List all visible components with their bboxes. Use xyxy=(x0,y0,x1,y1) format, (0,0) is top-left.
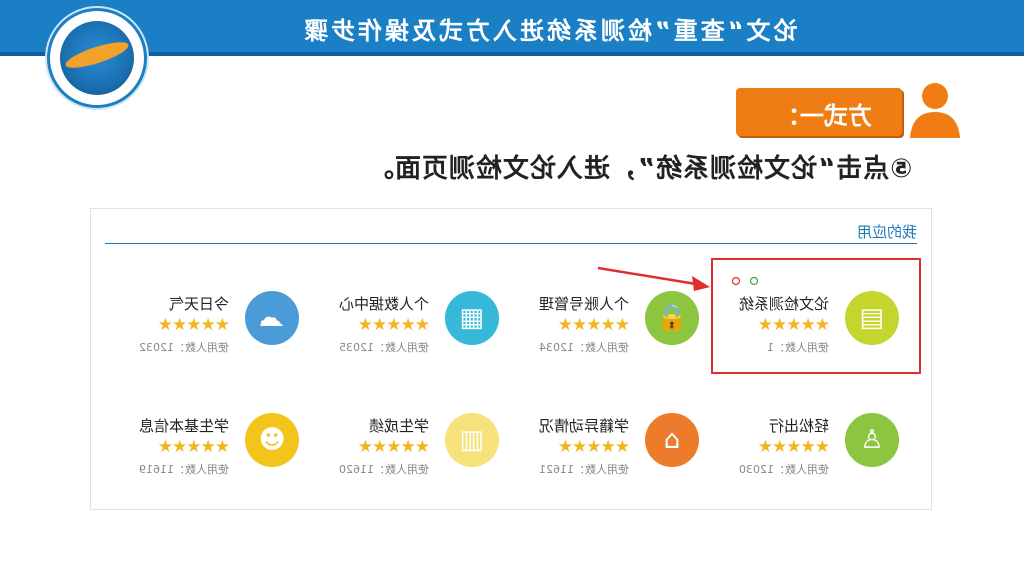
app-name: 学生基本信息 xyxy=(138,417,229,435)
app-name: 轻松出行 xyxy=(768,417,829,435)
app-users: 使用人数：11621 xyxy=(539,463,629,476)
data-icon: ▦ xyxy=(445,291,499,345)
app-name: 学生成绩 xyxy=(368,417,429,435)
person-icon xyxy=(910,83,960,138)
weather-icon: ☁ xyxy=(245,291,299,345)
instruction-text: ⑤点击“论文检测系统”，进入论文检测页面。 xyxy=(366,154,912,184)
rating-stars: ★★★★★ xyxy=(557,437,630,457)
app-tile-travel[interactable]: ♙ 轻松出行 ★★★★★ 使用人数：12030 xyxy=(699,413,899,493)
header-bar: 论文“查重”检测系统进入方式及操作步骤 xyxy=(0,0,1024,56)
app-tile-grades[interactable]: ▥ 学生成绩 ★★★★★ 使用人数：11620 xyxy=(299,413,499,493)
pointer-arrow-icon xyxy=(597,266,710,291)
walker-icon: ♙ xyxy=(845,413,899,467)
inbox-icon: ⌂ xyxy=(645,413,699,467)
university-logo xyxy=(47,8,147,108)
status-dots-icon xyxy=(732,276,759,286)
app-users: 使用人数：12032 xyxy=(139,341,229,354)
app-users: 使用人数：12030 xyxy=(739,463,829,476)
app-tile-data-center[interactable]: ▦ 个人数据中心 ★★★★★ 使用人数：12035 xyxy=(299,291,499,371)
app-name: 个人账号管理 xyxy=(538,295,629,313)
rating-stars: ★★★★★ xyxy=(557,315,630,335)
method-badge-label: 方式一： xyxy=(776,102,872,130)
person-icon: ☻ xyxy=(245,413,299,467)
app-tile-account[interactable]: 🔒 个人账号管理 ★★★★★ 使用人数：12034 xyxy=(499,291,699,371)
rating-stars: ★★★★★ xyxy=(357,437,430,457)
app-tile-enrollment-changes[interactable]: ⌂ 学籍异动情况 ★★★★★ 使用人数：11621 xyxy=(499,413,699,493)
grades-icon: ▥ xyxy=(445,413,499,467)
section-title: 我的应用 xyxy=(856,223,917,241)
app-tile-student-info[interactable]: ☻ 学生基本信息 ★★★★★ 使用人数：11619 xyxy=(99,413,299,493)
page-title: 论文“查重”检测系统进入方式及操作步骤 xyxy=(301,17,798,45)
method-badge: 方式一： xyxy=(736,88,902,136)
app-tile-weather[interactable]: ☁ 今日天气 ★★★★★ 使用人数：12032 xyxy=(99,291,299,371)
section-divider xyxy=(105,243,917,244)
app-users: 使用人数：12035 xyxy=(339,341,429,354)
app-name: 学籍异动情况 xyxy=(538,417,629,435)
rating-stars: ★★★★★ xyxy=(157,315,230,335)
rating-stars: ★★★★★ xyxy=(157,437,230,457)
lock-icon: 🔒 xyxy=(645,291,699,345)
rating-stars: ★★★★★ xyxy=(357,315,430,335)
rating-stars: ★★★★★ xyxy=(757,437,830,457)
app-name: 个人数据中心 xyxy=(338,295,429,313)
app-users: 使用人数：12034 xyxy=(539,341,629,354)
app-users: 使用人数：11619 xyxy=(139,463,229,476)
app-name: 今日天气 xyxy=(168,295,229,313)
app-users: 使用人数：11620 xyxy=(339,463,429,476)
